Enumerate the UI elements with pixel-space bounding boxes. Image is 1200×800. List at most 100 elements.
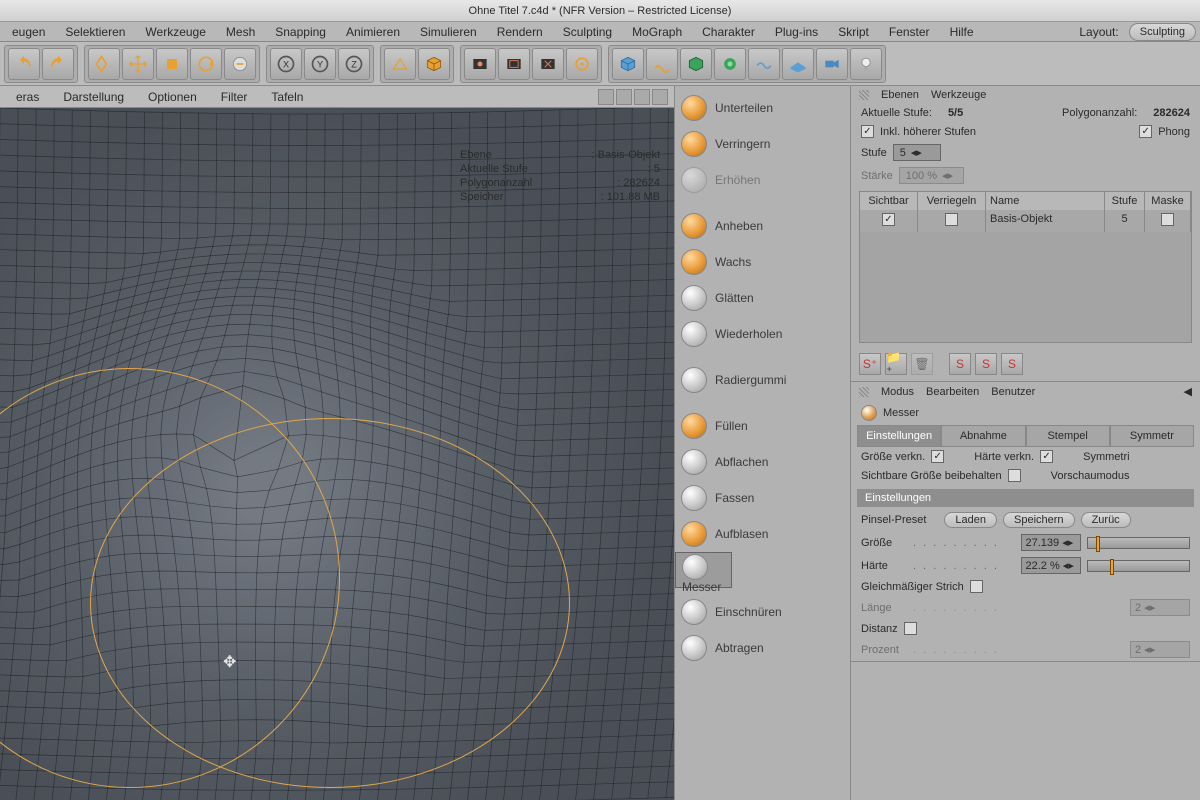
menu-erzeugen[interactable]: eugen xyxy=(4,23,53,41)
obj-deformer[interactable] xyxy=(714,48,746,80)
tab-ebenen[interactable]: Ebenen xyxy=(881,89,919,101)
tab-symmetrie[interactable]: Symmetr xyxy=(1110,425,1194,447)
axis-x[interactable]: X xyxy=(270,48,302,80)
preset-zurueck-button[interactable]: Zurüc xyxy=(1081,512,1131,528)
brush-abtragen[interactable]: Abtragen xyxy=(675,630,850,666)
preset-speichern-button[interactable]: Speichern xyxy=(1003,512,1075,528)
tool-scale[interactable] xyxy=(156,48,188,80)
tab-modus[interactable]: Modus xyxy=(881,386,914,398)
tab-benutzer[interactable]: Benutzer xyxy=(991,386,1035,398)
obj-camera[interactable] xyxy=(816,48,848,80)
menu-snapping[interactable]: Snapping xyxy=(267,23,334,41)
view-menu-filter[interactable]: Filter xyxy=(211,88,258,106)
row-mask-checkbox[interactable] xyxy=(1161,213,1174,226)
groesse-slider[interactable] xyxy=(1087,537,1191,549)
tool-live-select[interactable] xyxy=(88,48,120,80)
inkl-checkbox[interactable]: ✓ xyxy=(861,125,874,138)
tool-undo[interactable] xyxy=(8,48,40,80)
render-pv[interactable] xyxy=(532,48,564,80)
tool-rotate[interactable] xyxy=(190,48,222,80)
groesse-verkn-checkbox[interactable]: ✓ xyxy=(931,450,944,463)
view-menu-darstellung[interactable]: Darstellung xyxy=(53,88,134,106)
menu-plugins[interactable]: Plug-ins xyxy=(767,23,826,41)
sichtbare-groesse-checkbox[interactable] xyxy=(1008,469,1021,482)
haerte-verkn-checkbox[interactable]: ✓ xyxy=(1040,450,1053,463)
row-visible-checkbox[interactable]: ✓ xyxy=(882,213,895,226)
coord-system[interactable] xyxy=(384,48,416,80)
brush-einschnueren[interactable]: Einschnüren xyxy=(675,594,850,630)
menu-hilfe[interactable]: Hilfe xyxy=(942,23,982,41)
menu-animieren[interactable]: Animieren xyxy=(338,23,408,41)
brush-wachs[interactable]: Wachs xyxy=(675,244,850,280)
tool-last[interactable] xyxy=(224,48,256,80)
brush-aufblasen[interactable]: Aufblasen xyxy=(675,516,850,552)
brush-glaetten[interactable]: Glätten xyxy=(675,280,850,316)
menu-skript[interactable]: Skript xyxy=(830,23,877,41)
tab-bearbeiten[interactable]: Bearbeiten xyxy=(926,386,979,398)
tab-werkzeuge[interactable]: Werkzeuge xyxy=(931,89,986,101)
panel-grip-icon[interactable] xyxy=(859,387,869,397)
render-region[interactable] xyxy=(498,48,530,80)
collapse-icon[interactable]: ◀ xyxy=(1184,385,1192,398)
add-layer-icon[interactable]: S⁺ xyxy=(859,353,881,375)
view-menu-tafeln[interactable]: Tafeln xyxy=(261,88,313,106)
distanz-checkbox[interactable] xyxy=(904,622,917,635)
obj-spline[interactable] xyxy=(646,48,678,80)
layer-icon[interactable]: S xyxy=(1001,353,1023,375)
brush-radiergummi[interactable]: Radiergummi xyxy=(675,362,850,398)
layer-icon[interactable]: S xyxy=(949,353,971,375)
obj-light[interactable] xyxy=(850,48,882,80)
haerte-input[interactable]: 22.2 % ◂▸ xyxy=(1021,557,1081,574)
axis-y[interactable]: Y xyxy=(304,48,336,80)
preset-laden-button[interactable]: Laden xyxy=(944,512,997,528)
brush-fassen[interactable]: Fassen xyxy=(675,480,850,516)
brush-wiederholen[interactable]: Wiederholen xyxy=(675,316,850,352)
view-menu-optionen[interactable]: Optionen xyxy=(138,88,207,106)
menu-charakter[interactable]: Charakter xyxy=(694,23,763,41)
obj-floor[interactable] xyxy=(782,48,814,80)
brush-abflachen[interactable]: Abflachen xyxy=(675,444,850,480)
obj-environment[interactable] xyxy=(748,48,780,80)
brush-messer[interactable]: Messer xyxy=(675,552,732,588)
render-settings[interactable] xyxy=(566,48,598,80)
row-lock-checkbox[interactable] xyxy=(945,213,958,226)
haerte-slider[interactable] xyxy=(1087,560,1191,572)
view-menu-kameras[interactable]: eras xyxy=(6,88,49,106)
delete-layer-icon[interactable]: 🗑 xyxy=(911,353,933,375)
brush-anheben[interactable]: Anheben xyxy=(675,208,850,244)
tool-move[interactable] xyxy=(122,48,154,80)
menu-selektieren[interactable]: Selektieren xyxy=(57,23,133,41)
viewport-nav-icon[interactable] xyxy=(652,89,668,105)
viewport-nav-icon[interactable] xyxy=(598,89,614,105)
menu-mesh[interactable]: Mesh xyxy=(218,23,263,41)
tool-unterteilen[interactable]: Unterteilen xyxy=(675,90,850,126)
groesse-input[interactable]: 27.139 ◂▸ xyxy=(1021,534,1081,551)
menu-sculpting[interactable]: Sculpting xyxy=(555,23,620,41)
tab-abnahme[interactable]: Abnahme xyxy=(941,425,1025,447)
gleichmaessiger-checkbox[interactable] xyxy=(970,580,983,593)
obj-primitive[interactable] xyxy=(612,48,644,80)
tool-cube[interactable] xyxy=(418,48,450,80)
menu-rendern[interactable]: Rendern xyxy=(489,23,551,41)
table-row[interactable]: ✓ Basis-Objekt 5 xyxy=(860,210,1191,232)
brush-fuellen[interactable]: Füllen xyxy=(675,408,850,444)
viewport-nav-icon[interactable] xyxy=(634,89,650,105)
render-view[interactable] xyxy=(464,48,496,80)
tab-stempel[interactable]: Stempel xyxy=(1026,425,1110,447)
panel-grip-icon[interactable] xyxy=(859,90,869,100)
stufe-select[interactable]: 5 ◂▸ xyxy=(893,144,941,161)
tab-einstellungen[interactable]: Einstellungen xyxy=(857,425,941,447)
add-folder-icon[interactable]: 📁⁺ xyxy=(885,353,907,375)
viewport-3d[interactable]: ✥ Ebene: Basis-Objekt Aktuelle Stufe: 5 … xyxy=(0,108,674,800)
viewport-nav-icon[interactable] xyxy=(616,89,632,105)
tool-erhoehen[interactable]: Erhöhen xyxy=(675,162,850,198)
menu-werkzeuge[interactable]: Werkzeuge xyxy=(137,23,213,41)
phong-checkbox[interactable]: ✓ xyxy=(1139,125,1152,138)
layout-switcher[interactable]: Sculpting xyxy=(1129,23,1196,41)
tool-verringern[interactable]: Verringern xyxy=(675,126,850,162)
menu-mograph[interactable]: MoGraph xyxy=(624,23,690,41)
tool-redo[interactable] xyxy=(42,48,74,80)
obj-generator[interactable] xyxy=(680,48,712,80)
menu-simulieren[interactable]: Simulieren xyxy=(412,23,485,41)
axis-z[interactable]: Z xyxy=(338,48,370,80)
